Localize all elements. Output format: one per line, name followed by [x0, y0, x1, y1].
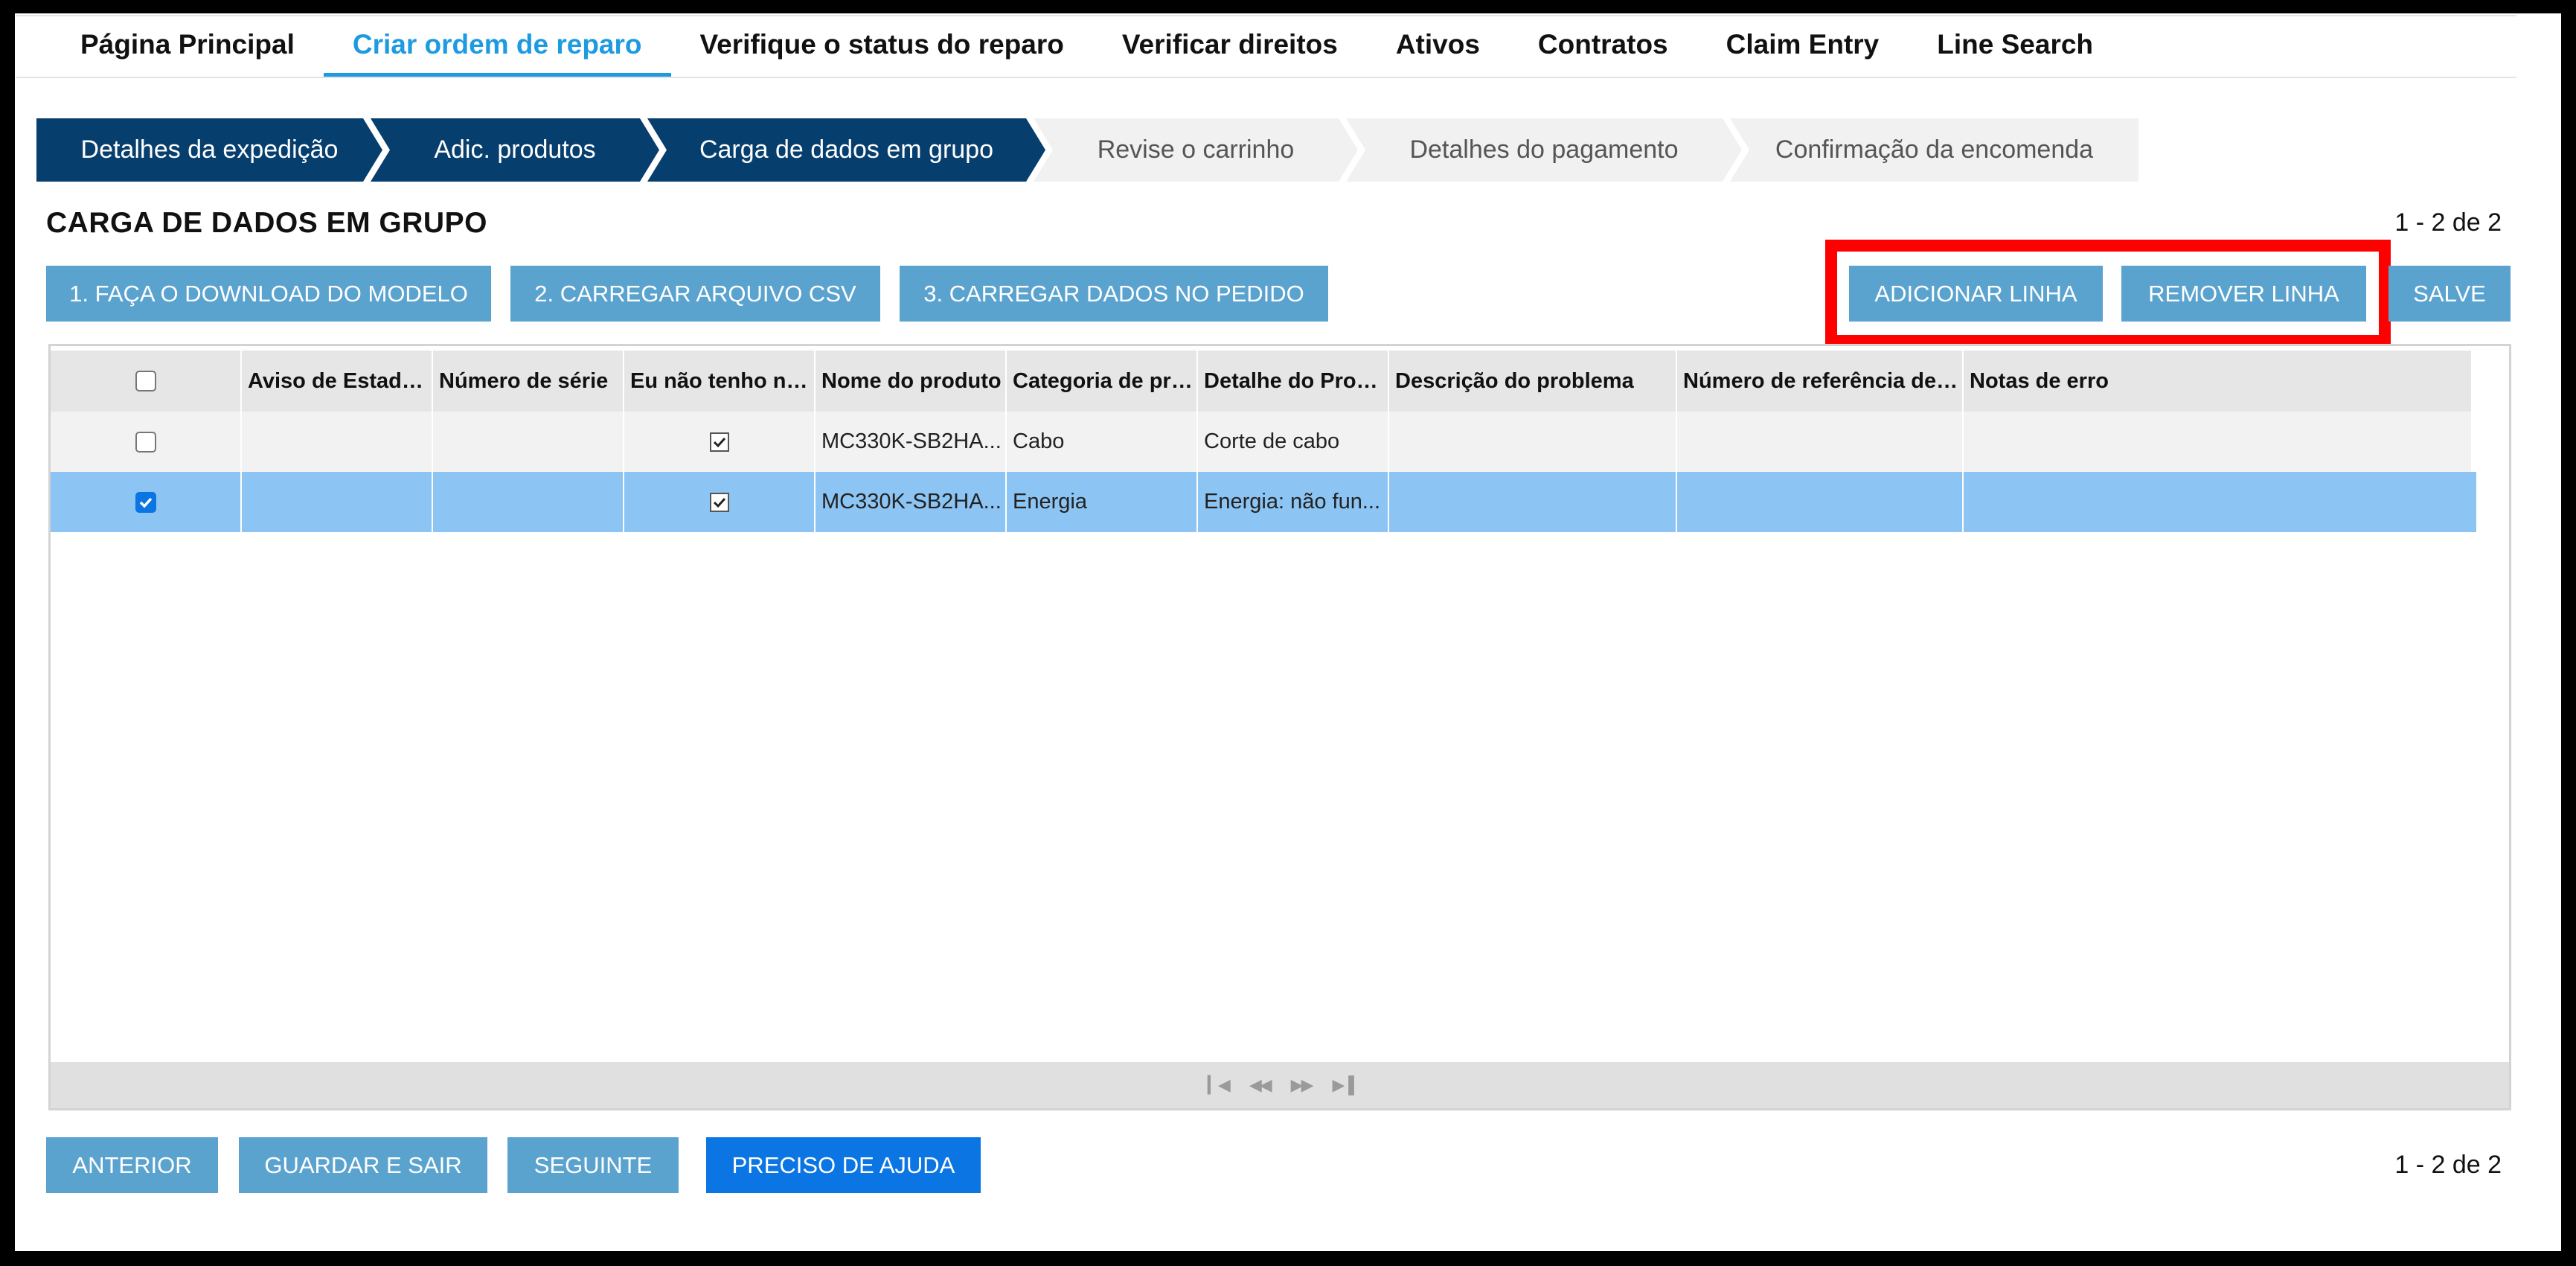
- save-and-exit-button[interactable]: GUARDAR E SAIR: [239, 1137, 487, 1193]
- nav-contracts[interactable]: Contratos: [1509, 16, 1697, 77]
- no-serial-checkbox[interactable]: [709, 432, 729, 452]
- step-review-cart: Revise o carrinho: [1034, 118, 1358, 182]
- column-header[interactable]: Categoria de probl: [1007, 351, 1198, 412]
- first-page-icon[interactable]: ▎◀: [1208, 1075, 1231, 1095]
- table-row[interactable]: MC330K-SB2HA... Cabo Corte de cabo: [51, 412, 2471, 472]
- problem-description-cell[interactable]: [1389, 412, 1677, 472]
- column-header[interactable]: Eu não tenho núm: [624, 351, 816, 412]
- next-button[interactable]: SEGUINTE: [507, 1137, 679, 1193]
- product-name-cell[interactable]: MC330K-SB2HA...: [816, 472, 1007, 532]
- column-header[interactable]: Número de série: [433, 351, 624, 412]
- column-header[interactable]: Descrição do problema: [1389, 351, 1677, 412]
- step-order-confirmation: Confirmação da encomenda: [1730, 118, 2138, 182]
- no-serial-checkbox[interactable]: [709, 492, 729, 512]
- column-header[interactable]: Notas de erro: [1964, 351, 2471, 412]
- need-help-button[interactable]: PRECISO DE AJUDA: [706, 1137, 981, 1193]
- column-header[interactable]: Detalhe do Probler: [1198, 351, 1389, 412]
- product-name-cell[interactable]: MC330K-SB2HA...: [816, 412, 1007, 472]
- load-data-into-order-button[interactable]: 3. CARREGAR DADOS NO PEDIDO: [900, 266, 1328, 322]
- page-title: CARGA DE DADOS EM GRUPO: [46, 207, 487, 239]
- serial-number-cell[interactable]: [433, 412, 624, 472]
- record-count-bottom: 1 - 2 de 2: [2394, 1151, 2502, 1179]
- grid-header: Aviso de Estado d Número de série Eu não…: [51, 351, 2471, 412]
- problem-detail-cell[interactable]: Corte de cabo: [1198, 412, 1389, 472]
- problem-category-cell[interactable]: Cabo: [1007, 412, 1198, 472]
- nav-check-entitlements[interactable]: Verificar direitos: [1093, 16, 1367, 77]
- status-cell[interactable]: [242, 412, 433, 472]
- nav-check-repair-status[interactable]: Verifique o status do reparo: [671, 16, 1093, 77]
- check-icon: [139, 497, 152, 508]
- no-serial-cell: [624, 472, 816, 532]
- row-select-checkbox[interactable]: [135, 431, 156, 453]
- select-all-cell: [51, 351, 242, 412]
- nav-assets[interactable]: Ativos: [1367, 16, 1509, 77]
- nav-home[interactable]: Página Principal: [16, 16, 324, 77]
- customer-reference-cell[interactable]: [1677, 412, 1964, 472]
- save-button[interactable]: SALVE: [2388, 266, 2511, 322]
- problem-description-cell[interactable]: [1389, 472, 1677, 532]
- upload-csv-button[interactable]: 2. CARREGAR ARQUIVO CSV: [510, 266, 880, 322]
- previous-page-icon[interactable]: ◀◀: [1249, 1075, 1272, 1095]
- row-select-checkbox[interactable]: [135, 491, 156, 513]
- column-header[interactable]: Nome do produto: [816, 351, 1007, 412]
- problem-detail-cell[interactable]: Energia: não fun...: [1198, 472, 1389, 532]
- error-notes-cell: [1964, 472, 2476, 532]
- column-header[interactable]: Aviso de Estado d: [242, 351, 433, 412]
- row-select-cell: [51, 472, 242, 532]
- wizard-steps: Detalhes da expedição Adic. produtos Car…: [36, 118, 2138, 182]
- download-template-button[interactable]: 1. FAÇA O DOWNLOAD DO MODELO: [46, 266, 491, 322]
- previous-button[interactable]: ANTERIOR: [46, 1137, 218, 1193]
- serial-number-cell[interactable]: [433, 472, 624, 532]
- customer-reference-cell[interactable]: [1677, 472, 1964, 532]
- nav-line-search[interactable]: Line Search: [1908, 16, 2122, 77]
- remove-row-button[interactable]: REMOVER LINHA: [2121, 266, 2366, 322]
- step-shipping-details[interactable]: Detalhes da expedição: [36, 118, 382, 182]
- record-count-top: 1 - 2 de 2: [2394, 208, 2502, 237]
- check-icon: [713, 497, 725, 508]
- top-navigation: Página Principal Criar ordem de reparo V…: [16, 15, 2516, 78]
- next-page-icon[interactable]: ▶▶: [1291, 1075, 1314, 1095]
- check-icon: [713, 437, 725, 447]
- column-header[interactable]: Número de referência de clie: [1677, 351, 1964, 412]
- status-cell[interactable]: [242, 472, 433, 532]
- bulk-data-grid: Aviso de Estado d Número de série Eu não…: [48, 344, 2511, 1110]
- add-row-button[interactable]: ADICIONAR LINHA: [1849, 266, 2103, 322]
- step-bulk-data-load[interactable]: Carga de dados em grupo: [647, 118, 1045, 182]
- error-notes-cell: [1964, 412, 2471, 472]
- problem-category-cell[interactable]: Energia: [1007, 472, 1198, 532]
- step-payment-details: Detalhes do pagamento: [1346, 118, 1742, 182]
- table-row[interactable]: MC330K-SB2HA... Energia Energia: não fun…: [51, 472, 2476, 532]
- nav-create-repair-order[interactable]: Criar ordem de reparo: [323, 16, 671, 77]
- no-serial-cell: [624, 412, 816, 472]
- step-add-products[interactable]: Adic. produtos: [371, 118, 659, 182]
- last-page-icon[interactable]: ▶▐: [1333, 1075, 1354, 1095]
- grid-pager: ▎◀ ◀◀ ▶▶ ▶▐: [51, 1062, 2509, 1108]
- select-all-checkbox[interactable]: [135, 371, 156, 391]
- nav-claim-entry[interactable]: Claim Entry: [1697, 16, 1909, 77]
- row-select-cell: [51, 412, 242, 472]
